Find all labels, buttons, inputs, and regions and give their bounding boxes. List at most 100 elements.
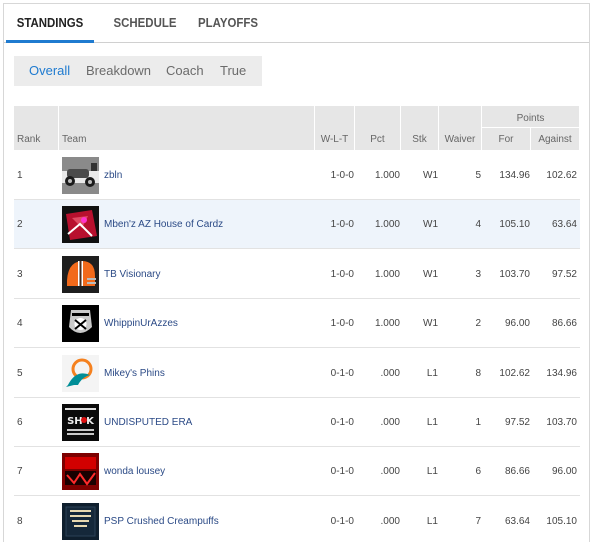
pct-cell: .000 [380, 466, 400, 478]
rank-cell: 1 [17, 170, 23, 181]
pct-cell: .000 [380, 367, 400, 379]
subtab-true[interactable]: True [220, 56, 246, 86]
subtab-breakdown[interactable]: Breakdown [86, 56, 151, 86]
standings-view-switcher: Overall Breakdown Coach True [14, 56, 262, 86]
points-for-cell: 105.10 [499, 219, 530, 231]
waiver-cell: 7 [475, 515, 481, 527]
table-row[interactable]: 1 1-0-0 1.000 W1 5 134.96 102.62 zbln [14, 151, 580, 200]
points-against-cell: 105.10 [546, 515, 577, 527]
table-row[interactable]: 5 0-1-0 .000 L1 8 102.62 134.96 Mikey's Phins [14, 349, 580, 398]
streak-cell: L1 [426, 515, 438, 527]
points-against-cell: 103.70 [546, 417, 577, 428]
points-group-header: Points [516, 113, 545, 124]
points-against-cell: 102.62 [546, 170, 577, 181]
col-wlt-header[interactable]: W-L-T [317, 134, 352, 145]
team-name-link[interactable]: PSP Crushed Creampuffs [104, 497, 219, 542]
subtab-overall[interactable]: Overall [29, 56, 70, 86]
active-tab-indicator [6, 40, 94, 43]
raiders-shield-logo-icon[interactable] [62, 305, 99, 343]
subtab-coach[interactable]: Coach [166, 56, 204, 86]
tab-playoffs[interactable]: PLAYOFFS [189, 4, 266, 43]
wlt-cell: 0-1-0 [330, 367, 354, 379]
waiver-cell: 4 [475, 219, 481, 231]
rank-cell: 8 [17, 515, 23, 527]
rank-cell: 4 [17, 318, 23, 330]
points-against-cell: 97.52 [551, 268, 577, 280]
standings-panel: STANDINGS SCHEDULE PLAYOFFS Overall Brea… [3, 3, 590, 542]
waiver-cell: 3 [475, 268, 481, 280]
svg-text:SH K: SH K [67, 416, 95, 427]
you-matter-logo-icon[interactable] [62, 502, 99, 540]
tab-standings[interactable]: STANDINGS [11, 4, 88, 43]
rank-cell: 7 [17, 466, 23, 478]
team-name-link[interactable]: Mben'z AZ House of Cardz [104, 200, 223, 249]
pct-cell: .000 [380, 417, 400, 428]
points-against-cell: 63.64 [551, 219, 577, 231]
points-against-cell: 96.00 [551, 466, 577, 478]
pct-cell: 1.000 [374, 318, 400, 330]
pct-cell: 1.000 [374, 268, 400, 280]
race-car-logo-icon[interactable] [62, 157, 99, 194]
col-team-header[interactable]: Team [62, 134, 86, 145]
waiver-cell: 1 [475, 417, 481, 428]
waiver-cell: 6 [475, 466, 481, 478]
rank-cell: 3 [17, 268, 23, 280]
main-tab-bar: STANDINGS SCHEDULE PLAYOFFS [4, 4, 589, 43]
pct-cell: 1.000 [374, 219, 400, 231]
wlt-cell: 0-1-0 [330, 466, 354, 478]
browns-helmet-logo-icon[interactable] [62, 255, 99, 293]
cardinals-logo-icon[interactable] [62, 206, 99, 244]
points-for-cell: 63.64 [504, 515, 530, 527]
dolphins-logo-icon[interactable] [62, 354, 99, 392]
points-for-cell: 134.96 [499, 170, 530, 181]
shock-the-system-logo-icon[interactable]: SH K [62, 404, 99, 441]
points-against-cell: 86.66 [551, 318, 577, 330]
tab-schedule[interactable]: SCHEDULE [104, 4, 187, 43]
streak-cell: W1 [423, 170, 438, 181]
streak-cell: W1 [423, 268, 438, 280]
rank-cell: 5 [17, 367, 23, 379]
col-for-header[interactable]: For [482, 134, 530, 145]
table-row[interactable]: 7 0-1-0 .000 L1 6 86.66 96.00 wonda lousey [14, 447, 580, 497]
col-against-header[interactable]: Against [531, 134, 579, 145]
streak-cell: L1 [426, 367, 438, 379]
team-name-link[interactable]: TB Visionary [104, 250, 161, 299]
col-rank-header[interactable]: Rank [17, 134, 40, 145]
col-waiver-header[interactable]: Waiver [439, 134, 481, 145]
col-pct-header[interactable]: Pct [355, 134, 400, 145]
wlt-cell: 1-0-0 [330, 219, 354, 231]
streak-cell: L1 [426, 466, 438, 478]
streak-cell: L1 [426, 417, 438, 428]
rank-cell: 2 [17, 219, 23, 231]
wlt-cell: 1-0-0 [330, 268, 354, 280]
pct-cell: 1.000 [374, 170, 400, 181]
wlt-cell: 1-0-0 [330, 318, 354, 330]
team-name-link[interactable]: UNDISPUTED ERA [104, 398, 192, 447]
points-for-cell: 103.70 [499, 268, 530, 280]
table-row[interactable]: 2 1-0-0 1.000 W1 4 105.10 63.64 Mben'z AZ House… [14, 200, 580, 250]
wlt-cell: 0-1-0 [330, 515, 354, 527]
table-row[interactable]: 4 1-0-0 1.000 W1 2 96.00 86.66 WhippinUrAzzes [14, 299, 580, 349]
waiver-cell: 5 [475, 170, 481, 181]
team-name-link[interactable]: zbln [104, 151, 122, 200]
rank-cell: 6 [17, 417, 23, 428]
points-for-cell: 97.52 [504, 417, 530, 428]
streak-cell: W1 [423, 219, 438, 231]
team-name-link[interactable]: wonda lousey [104, 447, 165, 496]
table-row[interactable]: 3 1-0-0 1.000 W1 3 103.70 97.52 TB Visionary [14, 250, 580, 299]
wlt-cell: 0-1-0 [330, 417, 354, 428]
team-name-link[interactable]: WhippinUrAzzes [104, 299, 178, 348]
col-stk-header[interactable]: Stk [401, 134, 438, 145]
streak-cell: W1 [423, 318, 438, 330]
waiver-cell: 2 [475, 318, 481, 330]
points-for-cell: 96.00 [504, 318, 530, 330]
red-graffiti-logo-icon[interactable] [62, 453, 99, 491]
points-for-cell: 102.62 [499, 367, 530, 379]
waiver-cell: 8 [475, 367, 481, 379]
table-row[interactable]: 6 0-1-0 .000 L1 1 97.52 103.70 SH K UNDISPUTED E… [14, 398, 580, 447]
team-name-link[interactable]: Mikey's Phins [104, 349, 165, 398]
table-row[interactable]: 8 0-1-0 .000 L1 7 63.64 105.10 PSP Crushed Crea… [14, 497, 580, 542]
table-header: Points Rank Team W-L-T Pct Stk Waiver Fo… [14, 106, 580, 150]
wlt-cell: 1-0-0 [330, 170, 354, 181]
points-against-cell: 134.96 [546, 367, 577, 379]
